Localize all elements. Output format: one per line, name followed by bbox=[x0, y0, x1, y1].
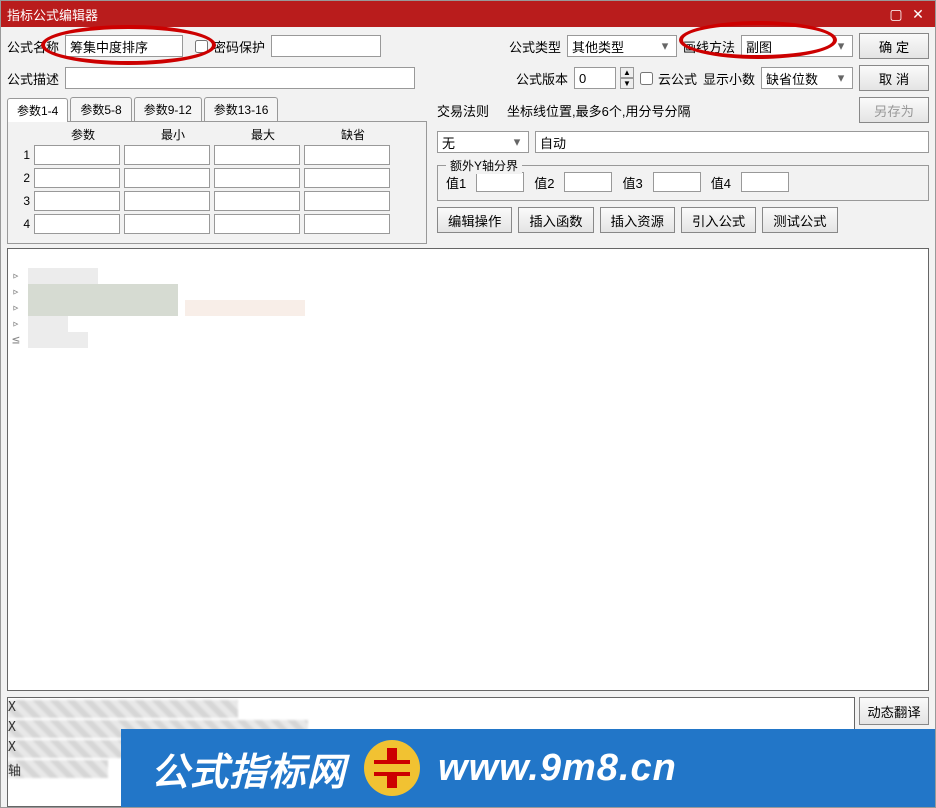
param-tabs: 参数1-4 参数5-8 参数9-12 参数13-16 bbox=[7, 97, 427, 121]
insert-func-button[interactable]: 插入函数 bbox=[518, 207, 593, 233]
param-name-input[interactable] bbox=[34, 168, 120, 188]
name-input[interactable] bbox=[65, 35, 183, 57]
param-name-input[interactable] bbox=[34, 214, 120, 234]
param-row: 1 bbox=[14, 145, 420, 165]
axis-label-4: 值4 bbox=[711, 173, 731, 192]
params-panel: 参数1-4 参数5-8 参数9-12 参数13-16 参数 最小 最大 缺省 1 bbox=[7, 97, 427, 244]
formula-editor[interactable]: ▹ ▹ ▹ ▹ ≤ bbox=[7, 248, 929, 691]
param-header-max: 最大 bbox=[218, 126, 308, 143]
param-row: 4 bbox=[14, 214, 420, 234]
chevron-down-icon[interactable]: ▾ bbox=[658, 38, 672, 54]
coord-label: 坐标线位置,最多6个,用分号分隔 bbox=[507, 101, 690, 120]
axis-input-3[interactable] bbox=[653, 172, 701, 192]
param-name-input[interactable] bbox=[34, 145, 120, 165]
banner-text-left: 公式指标网 bbox=[151, 741, 346, 796]
spinner-up-icon[interactable]: ▲ bbox=[620, 67, 634, 78]
param-name-input[interactable] bbox=[34, 191, 120, 211]
coord-input[interactable] bbox=[535, 131, 929, 153]
cancel-button[interactable]: 取 消 bbox=[859, 65, 929, 91]
dynamic-translate-button[interactable]: 动态翻译 bbox=[859, 697, 929, 725]
axis-label-1: 值1 bbox=[446, 173, 466, 192]
type-select[interactable]: 其他类型 ▾ bbox=[567, 35, 677, 57]
spinner-down-icon[interactable]: ▼ bbox=[620, 78, 634, 89]
param-default-input[interactable] bbox=[304, 214, 390, 234]
type-label: 公式类型 bbox=[509, 37, 561, 56]
row-name-type: 公式名称 密码保护 公式类型 其他类型 ▾ 画线方法 副图 ▾ 确 定 bbox=[7, 33, 929, 59]
param-min-input[interactable] bbox=[124, 214, 210, 234]
draw-label: 画线方法 bbox=[683, 37, 735, 56]
axis-group-title: 额外Y轴分界 bbox=[446, 157, 522, 174]
axis-group: 额外Y轴分界 值1 值2 值3 值4 bbox=[437, 165, 929, 201]
param-min-input[interactable] bbox=[124, 191, 210, 211]
password-input[interactable] bbox=[271, 35, 381, 57]
chevron-down-icon[interactable]: ▾ bbox=[510, 134, 524, 150]
window-title: 指标公式编辑器 bbox=[7, 5, 98, 24]
param-row: 2 bbox=[14, 168, 420, 188]
desc-input[interactable] bbox=[65, 67, 415, 89]
trade-value: 无 bbox=[442, 133, 455, 152]
draw-select[interactable]: 副图 ▾ bbox=[741, 35, 853, 57]
decimal-label: 显示小数 bbox=[703, 69, 755, 88]
param-index: 4 bbox=[14, 217, 30, 231]
param-index: 2 bbox=[14, 171, 30, 185]
tab-params-1-4[interactable]: 参数1-4 bbox=[7, 98, 68, 122]
decimal-select[interactable]: 缺省位数 ▾ bbox=[761, 67, 853, 89]
name-label: 公式名称 bbox=[7, 37, 59, 56]
maximize-icon[interactable]: ▢ bbox=[885, 1, 907, 27]
close-icon[interactable]: ✕ bbox=[907, 1, 929, 27]
draw-value: 副图 bbox=[746, 37, 772, 56]
axis-input-1[interactable] bbox=[476, 172, 524, 192]
axis-label-3: 值3 bbox=[622, 173, 642, 192]
param-max-input[interactable] bbox=[214, 145, 300, 165]
save-as-button[interactable]: 另存为 bbox=[859, 97, 929, 123]
import-formula-button[interactable]: 引入公式 bbox=[681, 207, 756, 233]
cloud-checkbox[interactable] bbox=[640, 72, 653, 85]
insert-res-button[interactable]: 插入资源 bbox=[600, 207, 675, 233]
param-max-input[interactable] bbox=[214, 168, 300, 188]
password-checkbox[interactable] bbox=[195, 40, 208, 53]
chevron-down-icon[interactable]: ▾ bbox=[834, 38, 848, 54]
param-default-input[interactable] bbox=[304, 191, 390, 211]
trade-select[interactable]: 无 ▾ bbox=[437, 131, 529, 153]
titlebar: 指标公式编辑器 ▢ ✕ bbox=[1, 1, 935, 27]
axis-input-2[interactable] bbox=[564, 172, 612, 192]
cloud-label: 云公式 bbox=[658, 69, 697, 88]
test-formula-button[interactable]: 测试公式 bbox=[762, 207, 837, 233]
tab-params-9-12[interactable]: 参数9-12 bbox=[134, 97, 202, 121]
axis-label-2: 值2 bbox=[534, 173, 554, 192]
param-default-input[interactable] bbox=[304, 168, 390, 188]
banner-text-right: www.9m8.cn bbox=[438, 747, 677, 790]
desc-label: 公式描述 bbox=[7, 69, 59, 88]
ok-button[interactable]: 确 定 bbox=[859, 33, 929, 59]
param-row: 3 bbox=[14, 191, 420, 211]
type-value: 其他类型 bbox=[572, 37, 624, 56]
param-index: 3 bbox=[14, 194, 30, 208]
chevron-down-icon[interactable]: ▾ bbox=[834, 70, 848, 86]
param-header-name: 参数 bbox=[38, 126, 128, 143]
watermark-banner: 公式指标网 www.9m8.cn bbox=[121, 729, 935, 807]
tab-params-5-8[interactable]: 参数5-8 bbox=[70, 97, 131, 121]
tab-params-13-16[interactable]: 参数13-16 bbox=[204, 97, 279, 121]
coin-icon bbox=[364, 740, 420, 796]
trade-label: 交易法则 bbox=[437, 101, 489, 120]
param-headers: 参数 最小 最大 缺省 bbox=[14, 126, 420, 143]
param-max-input[interactable] bbox=[214, 214, 300, 234]
axis-input-4[interactable] bbox=[741, 172, 789, 192]
param-min-input[interactable] bbox=[124, 168, 210, 188]
operation-buttons: 编辑操作 插入函数 插入资源 引入公式 测试公式 bbox=[437, 207, 929, 233]
version-input[interactable] bbox=[574, 67, 616, 89]
version-label: 公式版本 bbox=[516, 69, 568, 88]
password-label: 密码保护 bbox=[213, 37, 265, 56]
row-desc-version: 公式描述 公式版本 ▲ ▼ 云公式 显示小数 缺省位数 ▾ 取 消 bbox=[7, 65, 929, 91]
param-default-input[interactable] bbox=[304, 145, 390, 165]
param-index: 1 bbox=[14, 148, 30, 162]
param-header-default: 缺省 bbox=[308, 126, 398, 143]
param-header-min: 最小 bbox=[128, 126, 218, 143]
decimal-value: 缺省位数 bbox=[766, 69, 818, 88]
param-max-input[interactable] bbox=[214, 191, 300, 211]
edit-op-button[interactable]: 编辑操作 bbox=[437, 207, 512, 233]
param-min-input[interactable] bbox=[124, 145, 210, 165]
